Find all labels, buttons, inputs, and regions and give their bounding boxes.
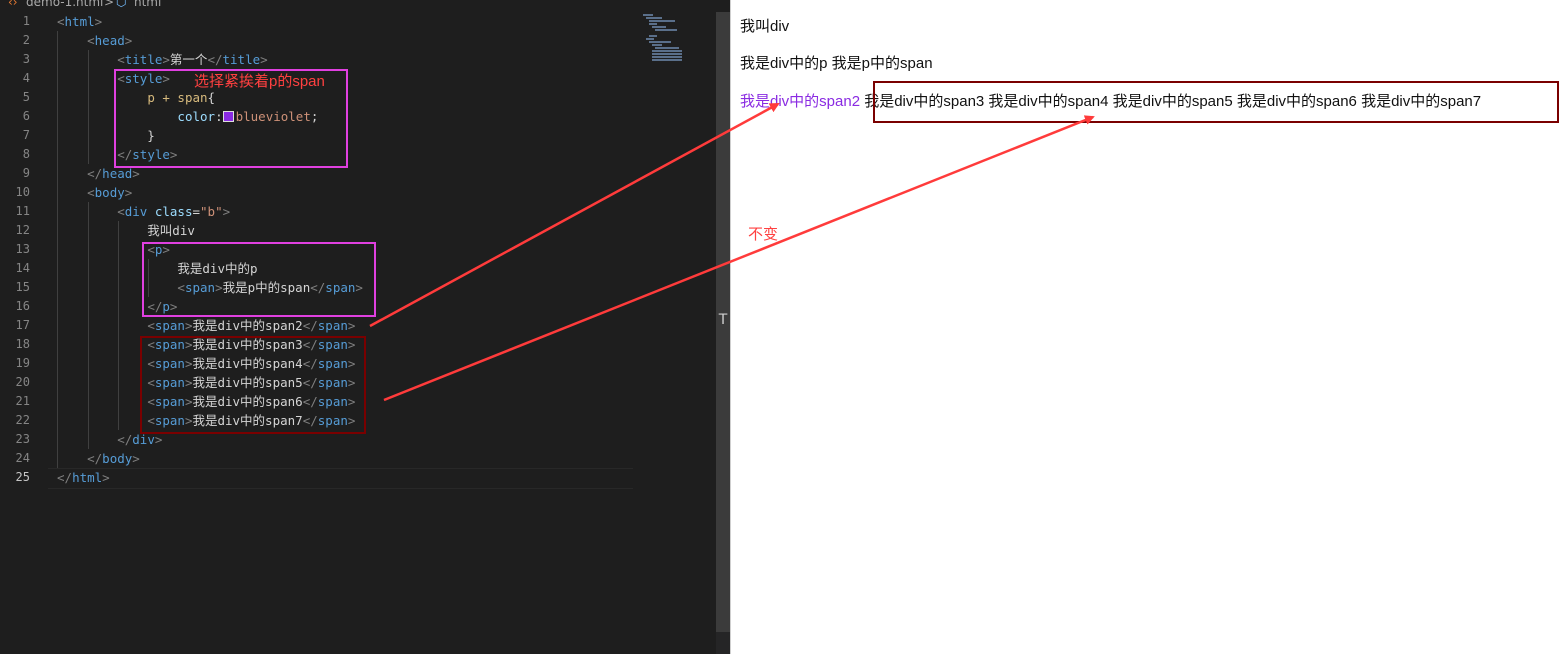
span3-to-span7: 我是div中的span3 我是div中的span4 我是div中的span5 我… <box>864 93 1482 110</box>
code-line[interactable]: <div class="b"> <box>57 202 230 221</box>
line-number: 18 <box>15 337 30 351</box>
code-line[interactable]: <span>我是div中的span7</span> <box>57 411 355 430</box>
paragraph-text: 我是div中的p 我是p中的span <box>740 55 933 72</box>
line-number: 10 <box>15 185 30 199</box>
breadcrumb-node[interactable]: html <box>134 0 161 9</box>
code-line[interactable]: <span>我是div中的span4</span> <box>57 354 355 373</box>
line-number: 19 <box>15 356 30 370</box>
code-line[interactable]: <span>我是div中的span6</span> <box>57 392 355 411</box>
span2-blueviolet: 我是div中的span2 <box>740 93 861 110</box>
code-line[interactable]: <body> <box>57 183 132 202</box>
line-number: 1 <box>22 14 30 28</box>
line-number: 8 <box>22 147 30 161</box>
code-line[interactable]: <span>我是div中的span5</span> <box>57 373 355 392</box>
code-line[interactable]: color: blueviolet; <box>57 107 318 126</box>
code-line[interactable]: 我是div中的p <box>57 259 257 278</box>
line-number: 20 <box>15 375 30 389</box>
line-number: 6 <box>22 109 30 123</box>
code-line[interactable]: } <box>57 126 155 145</box>
code-line[interactable]: <p> <box>57 240 170 259</box>
breadcrumb[interactable]: ‹› demo-1.html > ⬡ html <box>0 0 730 10</box>
browser-preview: 我叫div 我是div中的p 我是p中的span 我是div中的span2 我是… <box>730 0 1565 654</box>
line-number: 17 <box>15 318 30 332</box>
line-number: 2 <box>22 33 30 47</box>
code-line[interactable]: <style> <box>57 69 170 88</box>
pane-splitter-handle[interactable]: T <box>716 312 730 332</box>
minimap[interactable] <box>640 12 710 64</box>
unchanged-annotation: 不变 <box>748 226 779 243</box>
html-file-icon: ‹› <box>8 0 18 9</box>
code-line[interactable]: </div> <box>57 430 162 449</box>
line-number: 5 <box>22 90 30 104</box>
line-number: 13 <box>15 242 30 256</box>
line-number: 15 <box>15 280 30 294</box>
line-number: 24 <box>15 451 30 465</box>
code-line[interactable]: <html> <box>57 12 102 31</box>
line-number: 14 <box>15 261 30 275</box>
breadcrumb-separator: > <box>104 0 115 9</box>
code-line[interactable]: <span>我是p中的span</span> <box>57 278 363 297</box>
spans-line: 我是div中的span2 我是div中的span3 我是div中的span4 我… <box>740 90 1481 111</box>
code-line[interactable]: <span>我是div中的span3</span> <box>57 335 355 354</box>
current-line-highlight <box>48 468 633 489</box>
line-number: 12 <box>15 223 30 237</box>
code-line[interactable]: 我叫div <box>57 221 195 240</box>
code-line[interactable]: </style> <box>57 145 177 164</box>
style-annotation: 选择紧挨着p的span <box>194 73 325 90</box>
line-number: 11 <box>15 204 30 218</box>
line-number: 3 <box>22 52 30 66</box>
code-editor[interactable]: ‹› demo-1.html > ⬡ html 1 <html> 2 <head> 3… <box>0 0 730 654</box>
line-number: 21 <box>15 394 30 408</box>
line-number: 23 <box>15 432 30 446</box>
line-number: 7 <box>22 128 30 142</box>
line-number: 22 <box>15 413 30 427</box>
element-node-icon: ⬡ <box>116 0 127 9</box>
code-line[interactable]: </p> <box>57 297 177 316</box>
breadcrumb-file[interactable]: demo-1.html <box>26 0 103 9</box>
div-text: 我叫div <box>740 18 790 35</box>
code-line[interactable]: <span>我是div中的span2</span> <box>57 316 355 335</box>
code-line[interactable]: p + span{ <box>57 88 215 107</box>
code-line[interactable]: <title>第一个</title> <box>57 50 267 69</box>
code-line[interactable]: </head> <box>57 164 140 183</box>
code-line[interactable]: <head> <box>57 31 132 50</box>
line-number: 9 <box>22 166 30 180</box>
line-number: 4 <box>22 71 30 85</box>
code-line[interactable]: </body> <box>57 449 140 468</box>
line-number: 25 <box>15 470 30 484</box>
line-number: 16 <box>15 299 30 313</box>
code-line[interactable]: </html> <box>57 468 110 487</box>
